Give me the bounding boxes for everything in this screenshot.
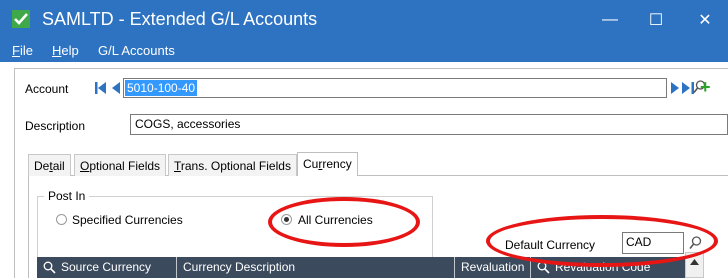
first-record-icon[interactable]	[95, 82, 107, 94]
menu-bar: File Help G/L Accounts	[0, 40, 728, 62]
column-revaluation-code-label: Revaluation Code	[555, 260, 651, 274]
scroll-up-icon[interactable]	[690, 259, 699, 265]
radio-selected-dot	[284, 217, 289, 222]
window-title: SAMLTD - Extended G/L Accounts	[42, 9, 318, 29]
column-source-currency[interactable]: Source Currency	[37, 257, 177, 278]
previous-record-icon[interactable]	[111, 82, 120, 94]
next-record-icon[interactable]	[671, 82, 680, 94]
post-in-legend: Post In	[44, 189, 90, 203]
menu-gl-accounts[interactable]: G/L Accounts	[98, 43, 175, 58]
close-button[interactable]: ✕	[682, 0, 728, 40]
currency-finder-icon[interactable]	[689, 236, 702, 250]
minimize-button[interactable]: —	[587, 0, 633, 40]
column-revaluation-code[interactable]: Revaluation Code	[531, 257, 685, 278]
zoom-icon	[537, 261, 550, 274]
app-icon	[12, 10, 30, 28]
column-currency-description[interactable]: Currency Description	[177, 257, 455, 278]
all-currencies-radio[interactable]	[281, 214, 292, 225]
title-bar: SAMLTD - Extended G/L Accounts — ☐ ✕	[0, 0, 728, 40]
account-input[interactable]: 5010-100-40	[123, 78, 667, 98]
menu-help[interactable]: Help	[52, 43, 79, 58]
default-currency-input[interactable]: CAD	[622, 232, 684, 254]
tab-trans-optional-fields[interactable]: Trans. Optional Fields	[168, 154, 297, 176]
currency-grid-header: Source Currency Currency Description Rev…	[37, 257, 704, 278]
specified-currencies-radio[interactable]	[56, 214, 67, 225]
column-revaluation[interactable]: Revaluation	[455, 257, 531, 278]
default-currency-label: Default Currency	[505, 238, 596, 252]
tab-detail[interactable]: Detail	[28, 154, 71, 176]
account-value: 5010-100-40	[125, 80, 198, 96]
zoom-icon	[43, 261, 56, 274]
tab-optional-fields[interactable]: Optional Fields	[74, 154, 167, 176]
maximize-button[interactable]: ☐	[633, 0, 679, 40]
account-label: Account	[25, 82, 69, 96]
maximize-icon: ☐	[648, 12, 664, 29]
grid-scrollbar[interactable]	[685, 252, 704, 278]
minimize-icon: —	[602, 11, 618, 28]
tab-currency[interactable]: Currency	[297, 152, 358, 176]
add-icon[interactable]: +	[700, 78, 711, 96]
description-label: Description	[25, 119, 86, 133]
description-input[interactable]: COGS, accessories	[130, 114, 728, 135]
close-icon: ✕	[698, 12, 712, 29]
specified-currencies-label[interactable]: Specified Currencies	[72, 213, 183, 227]
column-source-currency-label: Source Currency	[61, 260, 152, 274]
all-currencies-label[interactable]: All Currencies	[298, 213, 373, 227]
menu-file[interactable]: File	[12, 43, 33, 58]
